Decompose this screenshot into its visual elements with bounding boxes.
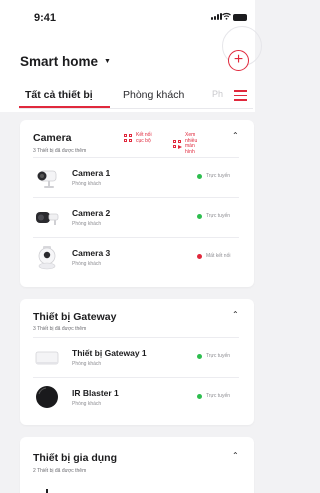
device-room: Phòng khách	[72, 361, 102, 367]
offline-dot-icon	[197, 253, 202, 259]
multi-view-label: Xem nhiều màn hình	[185, 132, 198, 155]
section-title: Camera	[33, 132, 72, 144]
device-name: Camera 3	[72, 248, 111, 258]
gateway-section: Thiết bị Gateway 3 Thiết bị đã được thêm…	[20, 299, 254, 425]
device-row-camera-3[interactable]: Camera 3 Phòng khách Mất kết nối	[20, 237, 254, 277]
online-dot-icon	[197, 353, 202, 359]
gateway-icon	[35, 351, 59, 365]
ir-blaster-icon	[36, 386, 58, 408]
device-room: Phòng khách	[72, 401, 102, 407]
signal-icon	[211, 13, 222, 20]
tab-living-room[interactable]: Phòng khách	[123, 89, 184, 101]
bullet-camera-icon	[36, 212, 59, 225]
status-text: Mất kết nối	[206, 253, 231, 259]
device-name: Camera 1	[72, 168, 111, 178]
device-row-gateway-1[interactable]: Thiết bị Gateway 1 Phòng khách Trực tuyế…	[20, 337, 254, 377]
device-status: Trực tuyến	[197, 353, 230, 359]
tabs-divider	[19, 108, 253, 109]
status-text: Trực tuyến	[206, 213, 231, 219]
camera-section: Camera 3 Thiết bị đã được thêm Kết nối c…	[20, 120, 254, 287]
device-status: Mất kết nối	[197, 253, 230, 259]
tab-partial[interactable]: Ph	[212, 89, 223, 99]
row-divider	[33, 197, 239, 198]
device-room: Phòng khách	[72, 181, 102, 187]
status-text: Trực tuyến	[206, 393, 231, 399]
status-text: Trực tuyến	[206, 173, 231, 179]
online-dot-icon	[197, 173, 202, 179]
local-connect-icon	[124, 134, 133, 143]
status-time: 9:41	[34, 12, 57, 24]
device-status: Trực tuyến	[197, 213, 230, 219]
multi-view-button[interactable]: Xem nhiều màn hình	[173, 132, 205, 155]
row-divider	[33, 377, 239, 378]
collapse-chevron-icon[interactable]: ⌃	[232, 451, 239, 460]
online-dot-icon	[197, 213, 202, 219]
section-subtitle: 3 Thiết bị đã được thêm	[33, 326, 87, 332]
bullet-camera-icon	[37, 170, 57, 188]
menu-icon[interactable]	[234, 90, 247, 101]
device-name: Camera 2	[72, 208, 111, 218]
device-row-camera-1[interactable]: Camera 1 Phòng khách Trực tuyến	[20, 157, 254, 197]
home-selector[interactable]: Smart home ▼	[20, 54, 111, 69]
device-name: IR Blaster 1	[72, 388, 119, 398]
device-room: Phòng khách	[72, 221, 102, 227]
device-row-camera-2[interactable]: Camera 2 Phòng khách Trực tuyến	[20, 197, 254, 237]
device-room: Phòng khách	[72, 261, 102, 267]
online-dot-icon	[197, 393, 202, 399]
active-tab-indicator	[19, 106, 110, 108]
section-title: Thiết bị gia dụng	[33, 452, 117, 464]
local-connect-button[interactable]: Kết nối cục bộ	[124, 132, 156, 144]
row-divider	[33, 157, 239, 158]
collapse-chevron-icon[interactable]: ⌃	[232, 131, 239, 140]
row-divider	[33, 337, 239, 338]
status-bar: 9:41	[0, 0, 255, 30]
battery-icon	[233, 14, 247, 21]
room-tabs: Tất cả thiết bị Phòng khách Ph	[0, 86, 255, 112]
appliances-section: Thiết bị gia dụng 2 Thiết bị đã được thê…	[20, 437, 254, 493]
add-device-button[interactable]: +	[228, 50, 249, 71]
device-status: Trực tuyến	[197, 173, 230, 179]
local-connect-label: Kết nối cục bộ	[136, 132, 152, 144]
collapse-chevron-icon[interactable]: ⌃	[232, 310, 239, 319]
section-title: Thiết bị Gateway	[33, 311, 117, 323]
device-status: Trực tuyến	[197, 393, 230, 399]
home-name: Smart home	[20, 54, 99, 69]
tab-all-devices[interactable]: Tất cả thiết bị	[25, 89, 93, 101]
multi-view-icon	[173, 139, 182, 149]
device-row-ir-blaster-1[interactable]: IR Blaster 1 Phòng khách Trực tuyến	[20, 377, 254, 417]
section-subtitle: 2 Thiết bị đã được thêm	[33, 468, 87, 474]
dome-camera-icon	[38, 246, 56, 270]
section-subtitle: 3 Thiết bị đã được thêm	[33, 148, 87, 154]
device-name: Thiết bị Gateway 1	[72, 348, 147, 358]
row-divider	[33, 237, 239, 238]
caret-down-icon: ▼	[104, 58, 111, 65]
partial-device-icon	[46, 489, 48, 493]
wifi-icon	[222, 12, 231, 20]
status-text: Trực tuyến	[206, 353, 231, 359]
